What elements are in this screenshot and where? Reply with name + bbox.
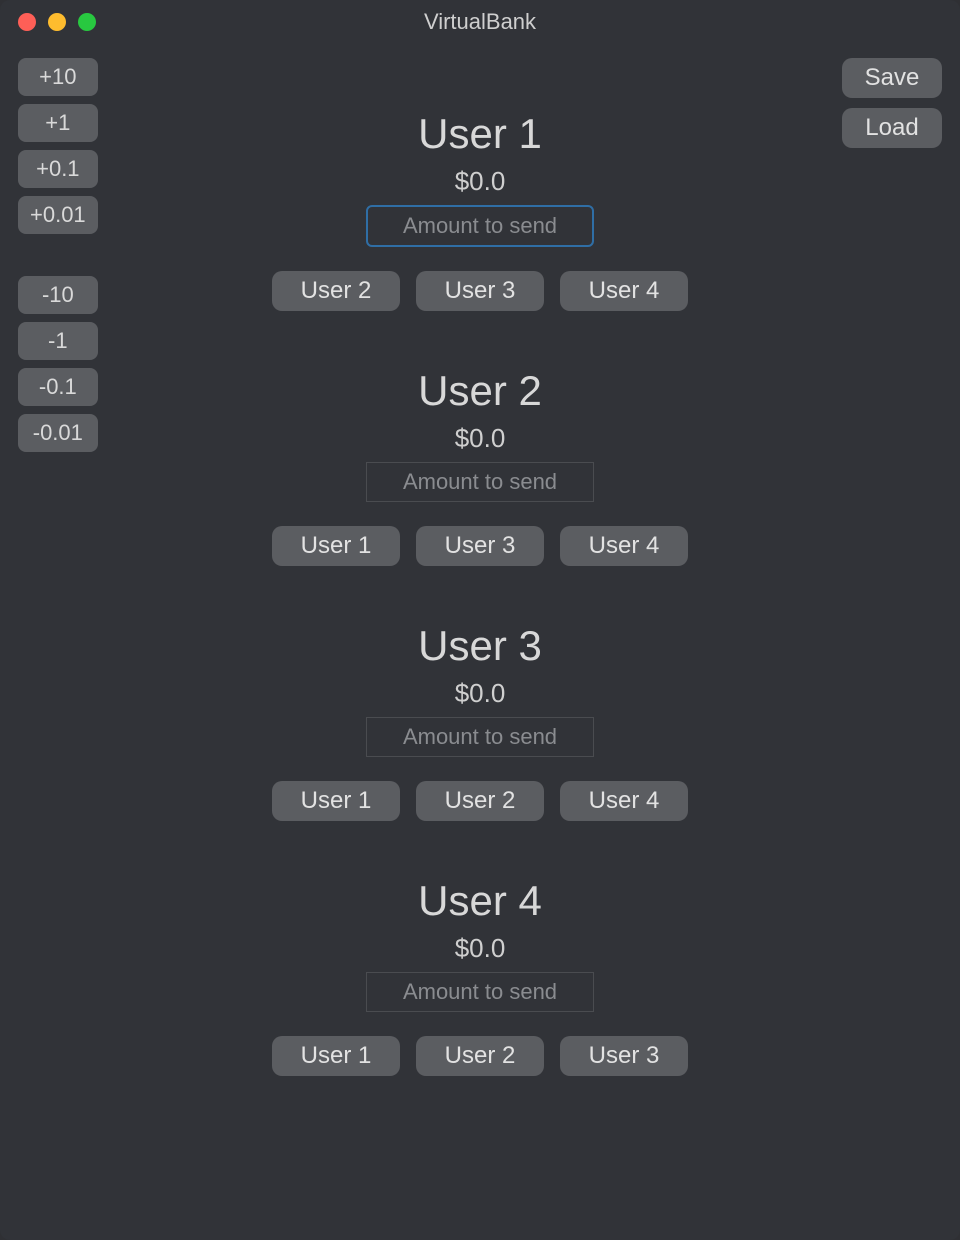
send-target-button[interactable]: User 3 bbox=[416, 526, 544, 566]
traffic-lights bbox=[18, 13, 96, 31]
user-block-1: User 1 $0.0 User 2 User 3 User 4 bbox=[272, 110, 688, 311]
user-block-2: User 2 $0.0 User 1 User 3 User 4 bbox=[272, 367, 688, 566]
user-balance: $0.0 bbox=[455, 166, 506, 197]
user-balance: $0.0 bbox=[455, 678, 506, 709]
user-name: User 4 bbox=[418, 877, 542, 925]
send-target-button[interactable]: User 2 bbox=[416, 781, 544, 821]
window-title: VirtualBank bbox=[0, 9, 960, 35]
send-target-button[interactable]: User 2 bbox=[416, 1036, 544, 1076]
titlebar: VirtualBank bbox=[0, 0, 960, 44]
user-block-4: User 4 $0.0 User 1 User 2 User 3 bbox=[272, 877, 688, 1076]
send-target-button[interactable]: User 4 bbox=[560, 271, 688, 311]
users-container: User 1 $0.0 User 2 User 3 User 4 User 2 … bbox=[0, 110, 960, 1076]
amount-input[interactable] bbox=[366, 205, 594, 247]
user-balance: $0.0 bbox=[455, 933, 506, 964]
send-target-button[interactable]: User 4 bbox=[560, 781, 688, 821]
amount-input[interactable] bbox=[366, 717, 594, 757]
send-target-button[interactable]: User 1 bbox=[272, 526, 400, 566]
user-name: User 1 bbox=[418, 110, 542, 158]
send-target-button[interactable]: User 2 bbox=[272, 271, 400, 311]
user-name: User 3 bbox=[418, 622, 542, 670]
send-target-button[interactable]: User 3 bbox=[560, 1036, 688, 1076]
send-target-button[interactable]: User 1 bbox=[272, 1036, 400, 1076]
user-balance: $0.0 bbox=[455, 423, 506, 454]
save-button[interactable]: Save bbox=[842, 58, 942, 98]
inc-10-button[interactable]: +10 bbox=[18, 58, 98, 96]
send-target-button[interactable]: User 3 bbox=[416, 271, 544, 311]
user-name: User 2 bbox=[418, 367, 542, 415]
send-row: User 1 User 2 User 4 bbox=[272, 781, 688, 821]
close-icon[interactable] bbox=[18, 13, 36, 31]
app-window: VirtualBank +10 +1 +0.1 +0.01 -10 -1 -0.… bbox=[0, 0, 960, 1240]
amount-input[interactable] bbox=[366, 972, 594, 1012]
minimize-icon[interactable] bbox=[48, 13, 66, 31]
send-row: User 1 User 3 User 4 bbox=[272, 526, 688, 566]
send-row: User 2 User 3 User 4 bbox=[272, 271, 688, 311]
user-block-3: User 3 $0.0 User 1 User 2 User 4 bbox=[272, 622, 688, 821]
send-target-button[interactable]: User 1 bbox=[272, 781, 400, 821]
amount-input[interactable] bbox=[366, 462, 594, 502]
send-target-button[interactable]: User 4 bbox=[560, 526, 688, 566]
zoom-icon[interactable] bbox=[78, 13, 96, 31]
send-row: User 1 User 2 User 3 bbox=[272, 1036, 688, 1076]
